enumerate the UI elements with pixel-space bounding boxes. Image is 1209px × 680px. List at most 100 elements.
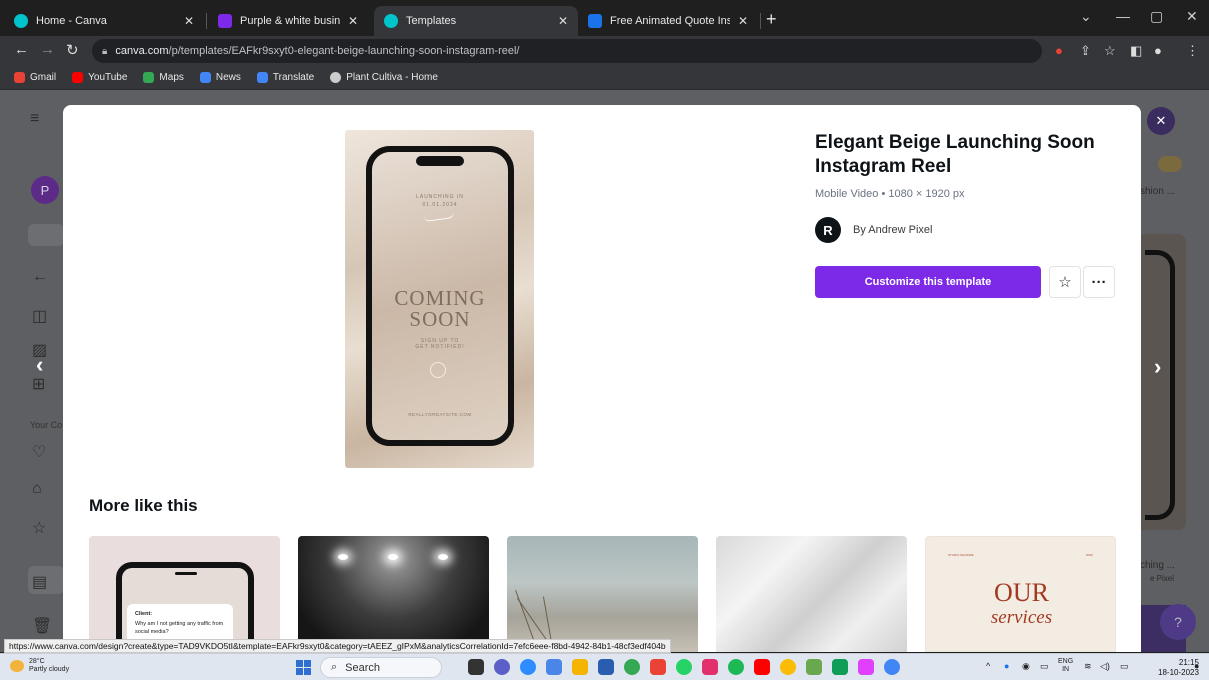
chat-app-icon[interactable] (494, 659, 510, 675)
translate-icon (256, 72, 268, 83)
chrome-app-icon[interactable] (884, 659, 900, 675)
app-icon[interactable] (858, 659, 874, 675)
tab-purple-business-profile[interactable]: Purple & white business profile i ✕ (208, 6, 368, 36)
instagram-app-icon[interactable] (702, 659, 718, 675)
google-lens-icon[interactable]: ● (1055, 43, 1063, 58)
preview-soon: SOON (409, 307, 471, 331)
volume-icon[interactable]: ◁) (1100, 661, 1110, 672)
wifi-icon[interactable]: ≋ (1084, 661, 1092, 672)
customize-template-button[interactable]: Customize this template (815, 266, 1041, 298)
word-app-icon[interactable] (546, 659, 562, 675)
lang-region: IN (1062, 666, 1070, 673)
previous-arrow-icon[interactable]: ‹ (36, 352, 43, 378)
youtube-app-icon[interactable] (754, 659, 770, 675)
system-clock[interactable]: 21:15 18-10-2023 (1158, 658, 1199, 678)
edge-app-icon[interactable] (624, 659, 640, 675)
bookmark-star-icon[interactable]: ☆ (1104, 43, 1116, 59)
store-app-icon[interactable] (598, 659, 614, 675)
close-window-icon[interactable]: ✕ (1186, 8, 1198, 25)
tab-title: Purple & white business profile i (240, 15, 340, 27)
taskbar-search[interactable]: ⌕ Search (320, 657, 442, 678)
trash-icon[interactable]: 🗑︎ (32, 616, 52, 636)
share-icon[interactable]: ⇪ (1080, 43, 1091, 59)
gmail-app-icon[interactable] (650, 659, 666, 675)
author-row[interactable]: R By Andrew Pixel (815, 217, 932, 243)
weather-widget[interactable]: 28°C Partly cloudy (10, 658, 69, 674)
notes-app-icon[interactable] (806, 659, 822, 675)
file-explorer-icon[interactable] (572, 659, 588, 675)
tray-display-icon[interactable]: ▭ (1040, 661, 1049, 672)
phone-mockup: LAUNCHING IN 01.01.2024 COMING SOON SIGN… (366, 146, 514, 446)
brand-icon[interactable]: ▤ (32, 572, 47, 592)
tab-title: Templates (406, 15, 457, 27)
close-modal-button[interactable]: ✕ (1147, 107, 1175, 135)
tab-home-canva[interactable]: Home - Canva ✕ (4, 6, 204, 36)
close-tab-icon[interactable]: ✕ (348, 14, 358, 28)
gmail-icon (14, 72, 25, 83)
bookmark-news[interactable]: News (199, 72, 241, 83)
spotlight-decoration (388, 554, 398, 560)
related-template-card[interactable] (716, 536, 907, 652)
profile-avatar-icon[interactable]: ● (1154, 43, 1162, 58)
related-template-card[interactable]: Client: Why am I not getting any traffic… (89, 536, 280, 652)
bookmark-plant-cultiva[interactable]: Plant Cultiva - Home (330, 72, 438, 83)
tray-chevron-icon[interactable]: ^ (986, 661, 990, 671)
tab-search-chevron-icon[interactable]: ⌄ (1080, 8, 1092, 25)
close-tab-icon[interactable]: ✕ (184, 14, 194, 28)
favorite-star-button[interactable]: ☆ (1049, 266, 1081, 298)
template-preview[interactable]: LAUNCHING IN 01.01.2024 COMING SOON SIGN… (345, 130, 534, 468)
back-arrow-icon[interactable]: ← (14, 41, 29, 58)
related-template-card[interactable] (298, 536, 489, 652)
minimize-icon[interactable]: — (1116, 8, 1130, 24)
whatsapp-app-icon[interactable] (676, 659, 692, 675)
side-panel-icon[interactable]: ◧ (1130, 43, 1142, 59)
bookmark-translate[interactable]: Translate (256, 72, 315, 83)
sheets-app-icon[interactable] (832, 659, 848, 675)
windows-start-icon[interactable] (296, 660, 311, 675)
home-icon[interactable]: ⌂ (32, 480, 42, 498)
address-bar[interactable]: 🔒︎ canva.com /p/templates/EAFkr9sxyt0-el… (92, 39, 1042, 63)
chrome-app-icon[interactable] (780, 659, 796, 675)
tray-app-icon[interactable]: ● (1004, 661, 1009, 671)
more-options-button[interactable]: ··· (1083, 266, 1115, 298)
language-indicator[interactable]: ENG IN (1058, 658, 1073, 674)
tab-free-animated-quote[interactable]: Free Animated Quote Instagram ✕ (578, 6, 758, 36)
related-template-card[interactable] (507, 536, 698, 652)
news-icon (199, 72, 211, 83)
back-arrow-icon[interactable]: ← (32, 268, 48, 286)
forward-arrow-icon[interactable]: → (40, 41, 55, 58)
bookmark-maps[interactable]: Maps (143, 72, 184, 83)
reload-icon[interactable]: ↻ (66, 41, 79, 59)
video-favicon-icon (588, 14, 602, 28)
star-icon[interactable]: ☆ (32, 518, 46, 538)
template-modal: LAUNCHING IN 01.01.2024 COMING SOON SIGN… (63, 105, 1141, 652)
avatar[interactable]: P (31, 176, 59, 204)
next-arrow-icon[interactable]: › (1154, 354, 1161, 380)
layout-icon[interactable]: ◫ (32, 306, 47, 326)
new-tab-button[interactable]: + (766, 10, 777, 28)
heart-icon[interactable]: ♡ (32, 442, 46, 462)
bookmark-label: News (215, 72, 241, 83)
tab-templates[interactable]: Templates ✕ (374, 6, 578, 36)
help-button[interactable]: ? (1160, 604, 1196, 640)
bookmark-label: Translate (272, 72, 315, 83)
battery-icon[interactable]: ▭ (1120, 661, 1129, 672)
bg-phone-frame (1145, 250, 1175, 520)
notification-icon[interactable]: ● (1194, 661, 1199, 671)
canva-favicon-icon (218, 14, 232, 28)
close-tab-icon[interactable]: ✕ (738, 14, 748, 28)
bookmark-gmail[interactable]: Gmail (14, 72, 56, 83)
close-tab-icon[interactable]: ✕ (558, 14, 568, 28)
chrome-menu-icon[interactable]: ⋮ (1186, 43, 1199, 59)
zoom-app-icon[interactable] (520, 659, 536, 675)
hamburger-menu-icon[interactable]: ≡ (30, 110, 39, 128)
spotify-app-icon[interactable] (728, 659, 744, 675)
maximize-icon[interactable]: ▢ (1150, 8, 1163, 25)
task-view-icon[interactable] (468, 659, 484, 675)
related-template-card[interactable]: STUDIO SHODWE 2030 OUR services (925, 536, 1116, 652)
bookmark-youtube[interactable]: YouTube (72, 72, 127, 83)
tray-app-icon[interactable]: ◉ (1022, 661, 1030, 672)
phone-notch (175, 572, 197, 575)
sidebar-pill (28, 224, 64, 246)
weather-icon (10, 660, 24, 672)
